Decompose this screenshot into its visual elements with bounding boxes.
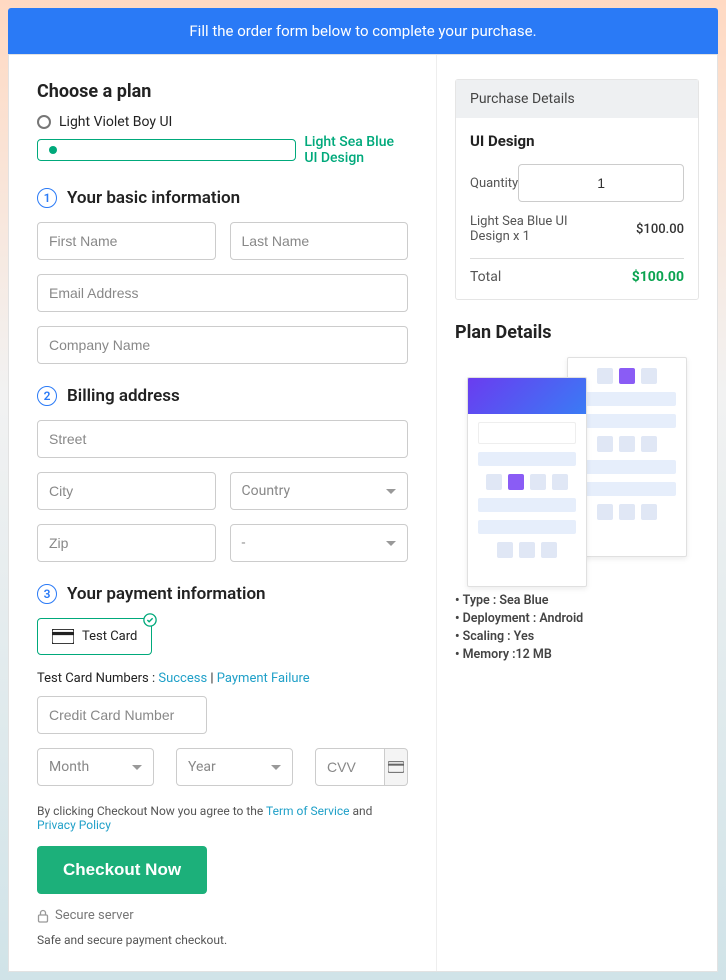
plan-bullet: Scaling : Yes <box>455 629 699 644</box>
test-card-help: Test Card Numbers : Success | Payment Fa… <box>37 671 408 686</box>
month-placeholder: Month <box>49 759 89 775</box>
credit-card-icon <box>52 629 74 644</box>
success-link[interactable]: Success <box>158 671 207 686</box>
cvv-info-button[interactable] <box>385 748 408 786</box>
chevron-down-icon <box>386 489 396 494</box>
total-label: Total <box>470 269 501 285</box>
purchase-panel-head: Purchase Details <box>456 80 698 118</box>
radio-unchecked-icon <box>37 115 51 129</box>
secure-server-text: Secure server <box>55 908 134 923</box>
chevron-down-icon <box>386 541 396 546</box>
company-input[interactable] <box>37 326 408 364</box>
section-1-title: Your basic information <box>67 188 240 208</box>
safe-text: Safe and secure payment checkout. <box>37 933 408 947</box>
plan-bullet: Type : Sea Blue <box>455 593 699 608</box>
plan-option-violet[interactable]: Light Violet Boy UI <box>37 114 408 130</box>
line-item-price: $100.00 <box>636 222 684 237</box>
step-2-badge: 2 <box>37 386 57 406</box>
privacy-link[interactable]: Privacy Policy <box>37 818 111 832</box>
plan-bullet: Memory :12 MB <box>455 647 699 662</box>
street-input[interactable] <box>37 420 408 458</box>
plan-label: Light Sea Blue UI Design <box>304 134 408 166</box>
top-banner: Fill the order form below to complete yo… <box>8 8 718 54</box>
quantity-label: Quantity <box>470 176 518 191</box>
test-card-option[interactable]: Test Card <box>37 618 152 655</box>
lock-icon <box>37 909 49 923</box>
product-name: UI Design <box>470 132 684 150</box>
check-circle-icon <box>143 613 157 627</box>
radio-checked-icon <box>37 139 296 161</box>
plan-option-seablue[interactable]: Light Sea Blue UI Design <box>37 134 408 166</box>
agree-text: By clicking Checkout Now you agree to th… <box>37 804 408 832</box>
plan-bullet: Deployment : Android <box>455 611 699 626</box>
plan-preview-thumbs <box>467 357 687 577</box>
year-select[interactable]: Year <box>176 748 293 786</box>
state-select[interactable]: - <box>230 524 409 562</box>
last-name-input[interactable] <box>230 222 409 260</box>
purchase-panel: Purchase Details UI Design Quantity Ligh… <box>455 79 699 300</box>
failure-link[interactable]: Payment Failure <box>217 671 310 686</box>
test-card-label: Test Card <box>82 629 137 644</box>
month-select[interactable]: Month <box>37 748 154 786</box>
city-input[interactable] <box>37 472 216 510</box>
section-2-title: Billing address <box>67 386 180 406</box>
tos-link[interactable]: Term of Service <box>266 804 350 818</box>
choose-plan-heading: Choose a plan <box>37 81 408 102</box>
email-input[interactable] <box>37 274 408 312</box>
line-item-label: Light Sea Blue UI Design x 1 <box>470 214 600 244</box>
checkout-button[interactable]: Checkout Now <box>37 846 207 894</box>
state-placeholder: - <box>242 535 246 551</box>
plan-label: Light Violet Boy UI <box>59 114 172 130</box>
zip-input[interactable] <box>37 524 216 562</box>
year-placeholder: Year <box>188 759 216 775</box>
total-amount: $100.00 <box>632 269 684 285</box>
step-1-badge: 1 <box>37 188 57 208</box>
first-name-input[interactable] <box>37 222 216 260</box>
chevron-down-icon <box>132 765 142 770</box>
section-3-title: Your payment information <box>67 584 266 604</box>
plan-bullets: Type : Sea Blue Deployment : Android Sca… <box>455 593 699 662</box>
chevron-down-icon <box>271 765 281 770</box>
country-placeholder: Country <box>242 483 291 499</box>
country-select[interactable]: Country <box>230 472 409 510</box>
credit-card-icon <box>388 761 404 773</box>
plan-details-heading: Plan Details <box>455 322 699 343</box>
cvv-input[interactable] <box>315 748 385 786</box>
step-3-badge: 3 <box>37 584 57 604</box>
cc-number-input[interactable] <box>37 696 207 734</box>
quantity-input[interactable] <box>518 164 684 202</box>
